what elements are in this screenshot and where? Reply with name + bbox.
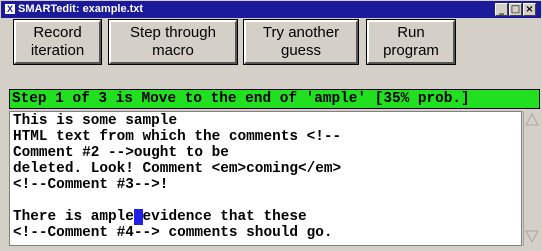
close-button[interactable]: × — [523, 3, 536, 16]
text-cursor — [133, 209, 143, 225]
text-editor[interactable]: This is some sample HTML text from which… — [9, 111, 522, 246]
editor-line[interactable]: This is some sample — [13, 113, 177, 129]
window-title: SMARTedit: example.txt — [18, 3, 144, 15]
editor-line[interactable]: Comment #2 -->ought to be — [13, 145, 229, 161]
down-arrow-icon[interactable] — [524, 229, 540, 245]
step-through-macro-button[interactable]: Step through macro — [108, 19, 238, 65]
editor-line[interactable]: <!--Comment #3-->! — [13, 177, 168, 193]
editor-line[interactable]: There is ample evidence that these — [13, 209, 307, 225]
status-bar: Step 1 of 3 is Move to the end of 'ample… — [9, 89, 540, 109]
editor-line-text[interactable]: There is ample — [13, 209, 134, 225]
scroll-thumb[interactable] — [525, 129, 539, 227]
record-iteration-button[interactable]: Record iteration — [13, 19, 102, 65]
app-window: X SMARTedit: example.txt _ □ × Record it… — [0, 0, 542, 251]
title-bar[interactable]: X SMARTedit: example.txt _ □ × — [1, 1, 541, 18]
editor-line[interactable]: deleted. Look! Comment <em>coming</em> — [13, 161, 341, 177]
editor-line[interactable]: <!--Comment #4--> comments should go. — [13, 225, 333, 241]
toolbar: Record iteration Step through macro Try … — [0, 18, 542, 88]
editor-line-text[interactable]: evidence that these — [143, 209, 307, 225]
up-arrow-icon[interactable] — [524, 111, 540, 127]
editor-line[interactable]: HTML text from which the comments <!-- — [13, 129, 341, 145]
maximize-button[interactable]: □ — [509, 3, 522, 16]
minimize-button[interactable]: _ — [495, 3, 508, 16]
app-icon[interactable]: X — [5, 4, 15, 14]
run-program-button[interactable]: Run program — [366, 19, 456, 65]
try-another-guess-button[interactable]: Try another guess — [243, 19, 359, 65]
vertical-scrollbar[interactable] — [523, 111, 540, 246]
